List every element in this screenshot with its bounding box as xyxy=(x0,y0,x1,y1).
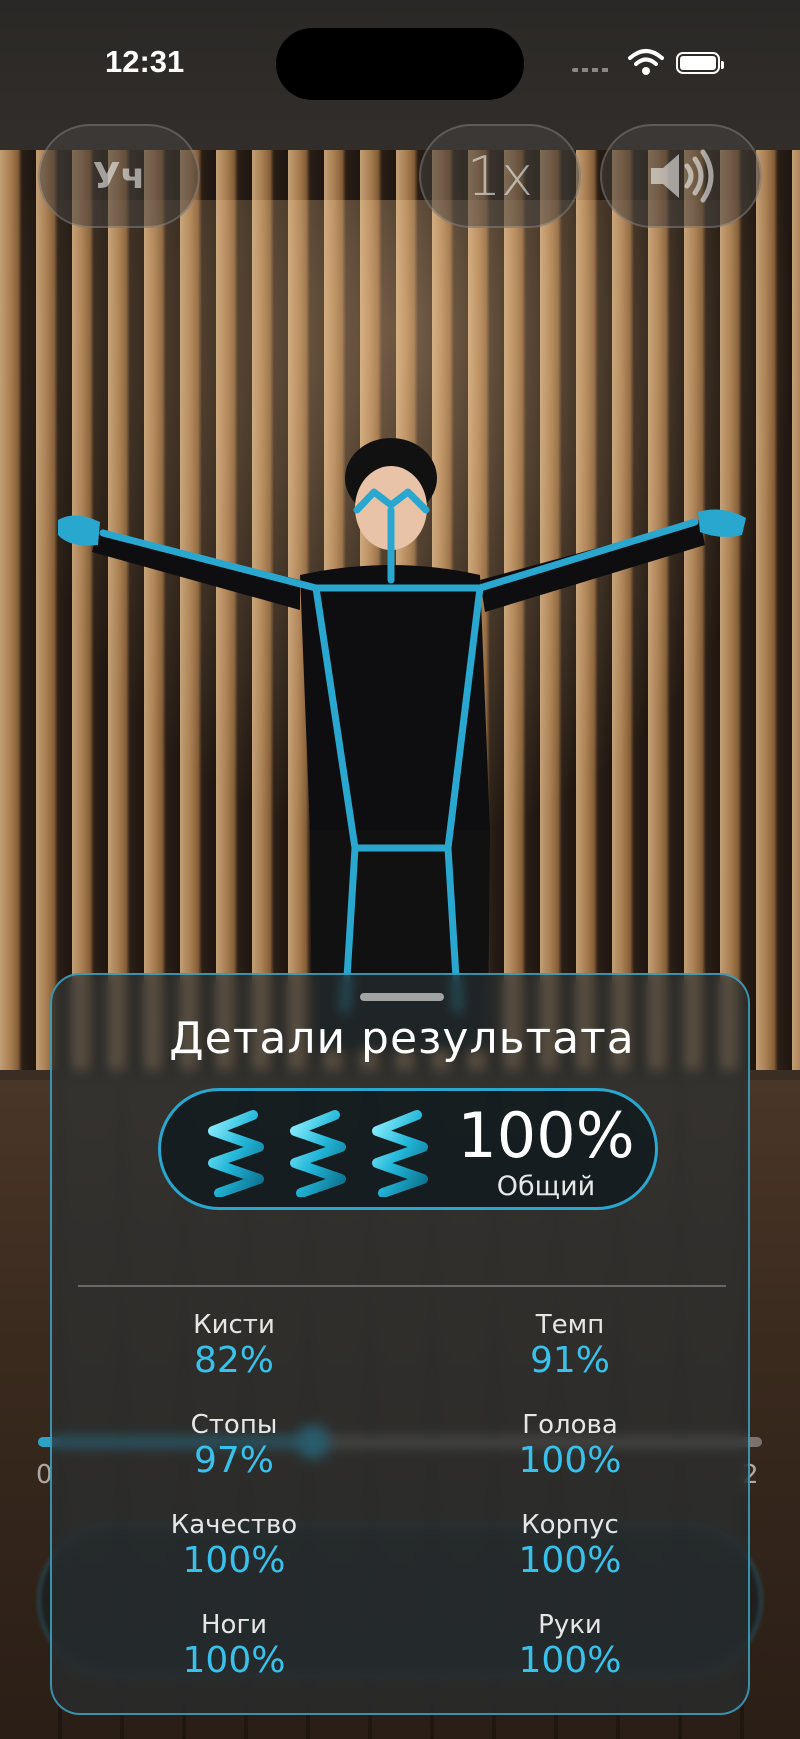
sheet-title: Детали результата xyxy=(169,1013,635,1064)
metric-label: Голова xyxy=(522,1410,618,1440)
metric-quality: Качество 100% xyxy=(104,1510,364,1582)
result-details-sheet: Детали результата 100% Общий Кисти 82% Т… xyxy=(50,973,750,1715)
overall-score-label: Общий xyxy=(496,1171,596,1202)
metric-hands: Кисти 82% xyxy=(104,1310,364,1382)
metric-value: 100% xyxy=(518,1540,622,1581)
spring-icon xyxy=(208,1110,264,1197)
metric-value: 100% xyxy=(518,1640,622,1681)
metric-value: 100% xyxy=(518,1440,622,1481)
metric-value: 82% xyxy=(193,1340,274,1381)
metric-legs: Ноги 100% xyxy=(104,1610,364,1682)
speed-button[interactable]: 1x xyxy=(419,124,581,228)
cellular-signal-icon xyxy=(572,68,612,72)
spring-icon xyxy=(372,1110,428,1197)
metric-label: Стопы xyxy=(190,1410,278,1440)
sheet-drag-handle[interactable] xyxy=(360,993,444,1001)
speaker-wave-icon xyxy=(651,149,714,203)
metric-value: 97% xyxy=(193,1440,274,1481)
overall-score-pill: 100% Общий xyxy=(158,1088,658,1210)
metric-value: 100% xyxy=(182,1640,286,1681)
metric-label: Ноги xyxy=(200,1610,267,1640)
metric-arms: Руки 100% xyxy=(440,1610,700,1682)
metric-label: Качество xyxy=(170,1510,298,1540)
battery-icon xyxy=(676,52,724,74)
dynamic-island xyxy=(276,28,524,100)
learn-mode-button[interactable]: Уч xyxy=(38,124,200,228)
metric-head: Голова 100% xyxy=(440,1410,700,1482)
spring-icons xyxy=(208,1110,428,1197)
metric-feet: Стопы 97% xyxy=(104,1410,364,1482)
overall-score-value: 100% xyxy=(457,1099,635,1172)
metric-tempo: Темп 91% xyxy=(440,1310,700,1382)
spring-icon xyxy=(290,1110,346,1197)
metric-torso: Корпус 100% xyxy=(440,1510,700,1582)
metric-label: Корпус xyxy=(521,1510,619,1540)
status-icons xyxy=(572,48,732,78)
metric-value: 100% xyxy=(182,1540,286,1581)
metric-label: Руки xyxy=(538,1610,602,1640)
divider xyxy=(78,1285,726,1287)
metric-label: Кисти xyxy=(193,1310,275,1340)
wifi-icon xyxy=(628,49,664,75)
status-time: 12:31 xyxy=(105,44,185,79)
sound-button[interactable] xyxy=(600,124,762,228)
metric-label: Темп xyxy=(535,1310,605,1340)
metric-value: 91% xyxy=(529,1340,610,1381)
